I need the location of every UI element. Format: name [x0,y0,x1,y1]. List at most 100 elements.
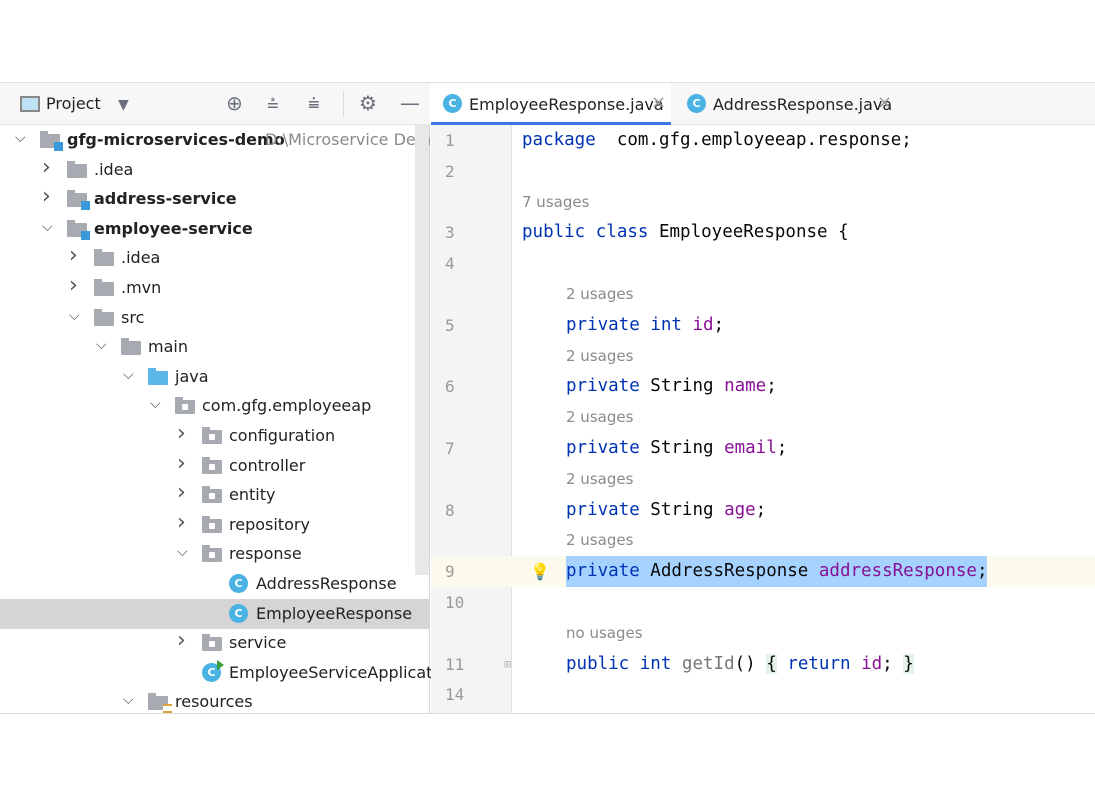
module-icon [81,201,90,211]
usages-hint[interactable]: no usages [566,618,643,649]
usages-hint[interactable]: 7 usages [522,187,589,218]
chevron-right-icon[interactable]: › [69,243,78,268]
code-line: private String email; [512,433,1095,464]
code-token: ; [766,376,777,397]
tree-item[interactable]: C EmployeeResponse [0,598,430,629]
project-title[interactable]: Project [46,94,101,113]
code-token: ; [713,314,725,335]
tree-item[interactable]: ⌵ java [0,362,430,392]
tree-item[interactable]: › address-service [0,184,430,214]
lightbulb-icon[interactable]: 💡 [530,556,550,587]
tree-item-label: controller [229,455,306,475]
code-token: age [724,499,756,520]
project-panel: Project ▼ ⊕ ⩮ ⩧ ⚙ — ⌵ gfg-microservices-d… [0,83,457,713]
usages-hint[interactable]: 2 usages [566,279,633,310]
chevron-right-icon[interactable]: › [177,480,186,505]
tree-item[interactable]: ⌵ gfg-microservices-demo D:\Microservice D… [0,125,447,155]
code-line: public int getId() { return id; } ⊞ [504,649,1095,680]
tree-item-label: .mvn [121,278,162,297]
tree-item[interactable]: ⌵ main [0,332,430,362]
tree-item[interactable]: ⌵ src [0,303,430,333]
code-line: package com.gfg.employeeap.response; [512,125,1095,156]
folder-icon [121,338,141,356]
code-text: private String name; [566,371,777,402]
tree-item[interactable]: › controller [0,451,430,481]
chevron-down-icon[interactable]: ⌵ [42,219,53,235]
code-token: AddressResponse [639,561,819,582]
tree-item[interactable]: ⌵ employee-service [0,214,430,244]
code-token: public [522,222,586,243]
project-panel-header: Project ▼ ⊕ ⩮ ⩧ ⚙ — [0,83,430,125]
usages-hint[interactable]: 2 usages [566,464,633,495]
fold-icon[interactable]: ⊞ [504,649,511,680]
tree-item[interactable]: › .mvn [0,273,430,303]
close-icon[interactable]: × [651,92,666,113]
chevron-right-icon[interactable]: › [42,155,51,180]
code-token: ; [776,438,788,458]
tree-item[interactable]: › .idea [0,243,430,273]
chevron-down-icon[interactable]: ⌵ [123,367,134,383]
chevron-right-icon[interactable]: › [69,273,78,298]
code-line: private int id; [512,310,1095,341]
chevron-right-icon[interactable]: › [177,421,186,446]
usages-hint[interactable]: 2 usages [566,341,633,372]
tree-item[interactable]: › repository [0,510,430,540]
resources-icon [163,704,172,713]
chevron-down-icon[interactable]: ⌵ [69,308,80,324]
tree-item-label: entity [229,485,276,505]
tree-item[interactable]: › configuration [0,421,430,451]
chevron-right-icon[interactable]: › [177,628,186,653]
tree-item[interactable]: › .idea [0,155,430,185]
chevron-down-icon[interactable]: ⌵ [15,130,26,146]
divider [343,91,344,117]
package-icon [209,434,215,440]
close-icon[interactable]: × [877,92,892,113]
tree-item[interactable]: C EmployeeServiceApplication [0,658,457,688]
line-number: 1 [445,131,455,150]
chevron-down-icon[interactable]: ⌵ [96,337,107,353]
scrollbar[interactable] [415,125,429,575]
tree-item-label: src [121,307,145,327]
tree-item[interactable]: › entity [0,480,430,510]
chevron-right-icon[interactable]: › [42,184,51,209]
tree-item[interactable]: › service [0,628,430,658]
usages-hint[interactable]: 2 usages [566,402,633,433]
usages-hint[interactable]: 2 usages [566,525,633,556]
code-token: public [566,653,630,674]
minimize-icon[interactable]: — [400,93,420,113]
code-token: ; [882,653,904,674]
chevron-down-icon[interactable]: ⌵ [123,692,134,708]
class-icon: C [687,94,706,113]
tab-label: AddressResponse.java [713,95,893,114]
tab-label: EmployeeResponse.java [469,95,664,114]
tree-item-label: main [148,337,188,357]
code-token: EmployeeResponse { [648,222,849,243]
code-text: private AddressResponse addressResponse; [566,556,988,588]
chevron-right-icon[interactable]: › [177,451,186,476]
tree-item[interactable]: ⌵ response [0,539,430,569]
folder-icon [67,219,90,240]
tab[interactable]: C EmployeeResponse.java × [431,83,671,125]
gear-icon[interactable]: ⚙ [359,93,377,113]
tree-item[interactable]: C AddressResponse [0,569,430,599]
tab[interactable]: C AddressResponse.java × [675,83,895,125]
tree-item-label: .idea [121,248,161,268]
line-number: 7 [445,439,455,458]
chevron-down-icon[interactable]: ⌵ [150,396,161,412]
chevron-down-icon[interactable]: ⌵ [177,544,188,560]
chevron-down-icon[interactable]: ▼ [118,95,129,115]
tree-item[interactable]: ⌵ com.gfg.employeeap [0,391,430,421]
folder-icon [202,545,222,563]
tree-item-label: EmployeeResponse [256,603,413,623]
tree-item[interactable]: ⌵ resources [0,687,430,713]
collapse-all-icon[interactable]: ⩧ [308,93,320,113]
locate-icon[interactable]: ⊕ [226,93,243,113]
expand-all-icon[interactable]: ⩮ [267,93,279,113]
tree-item-label: repository [229,514,310,534]
chevron-right-icon[interactable]: › [177,510,186,535]
